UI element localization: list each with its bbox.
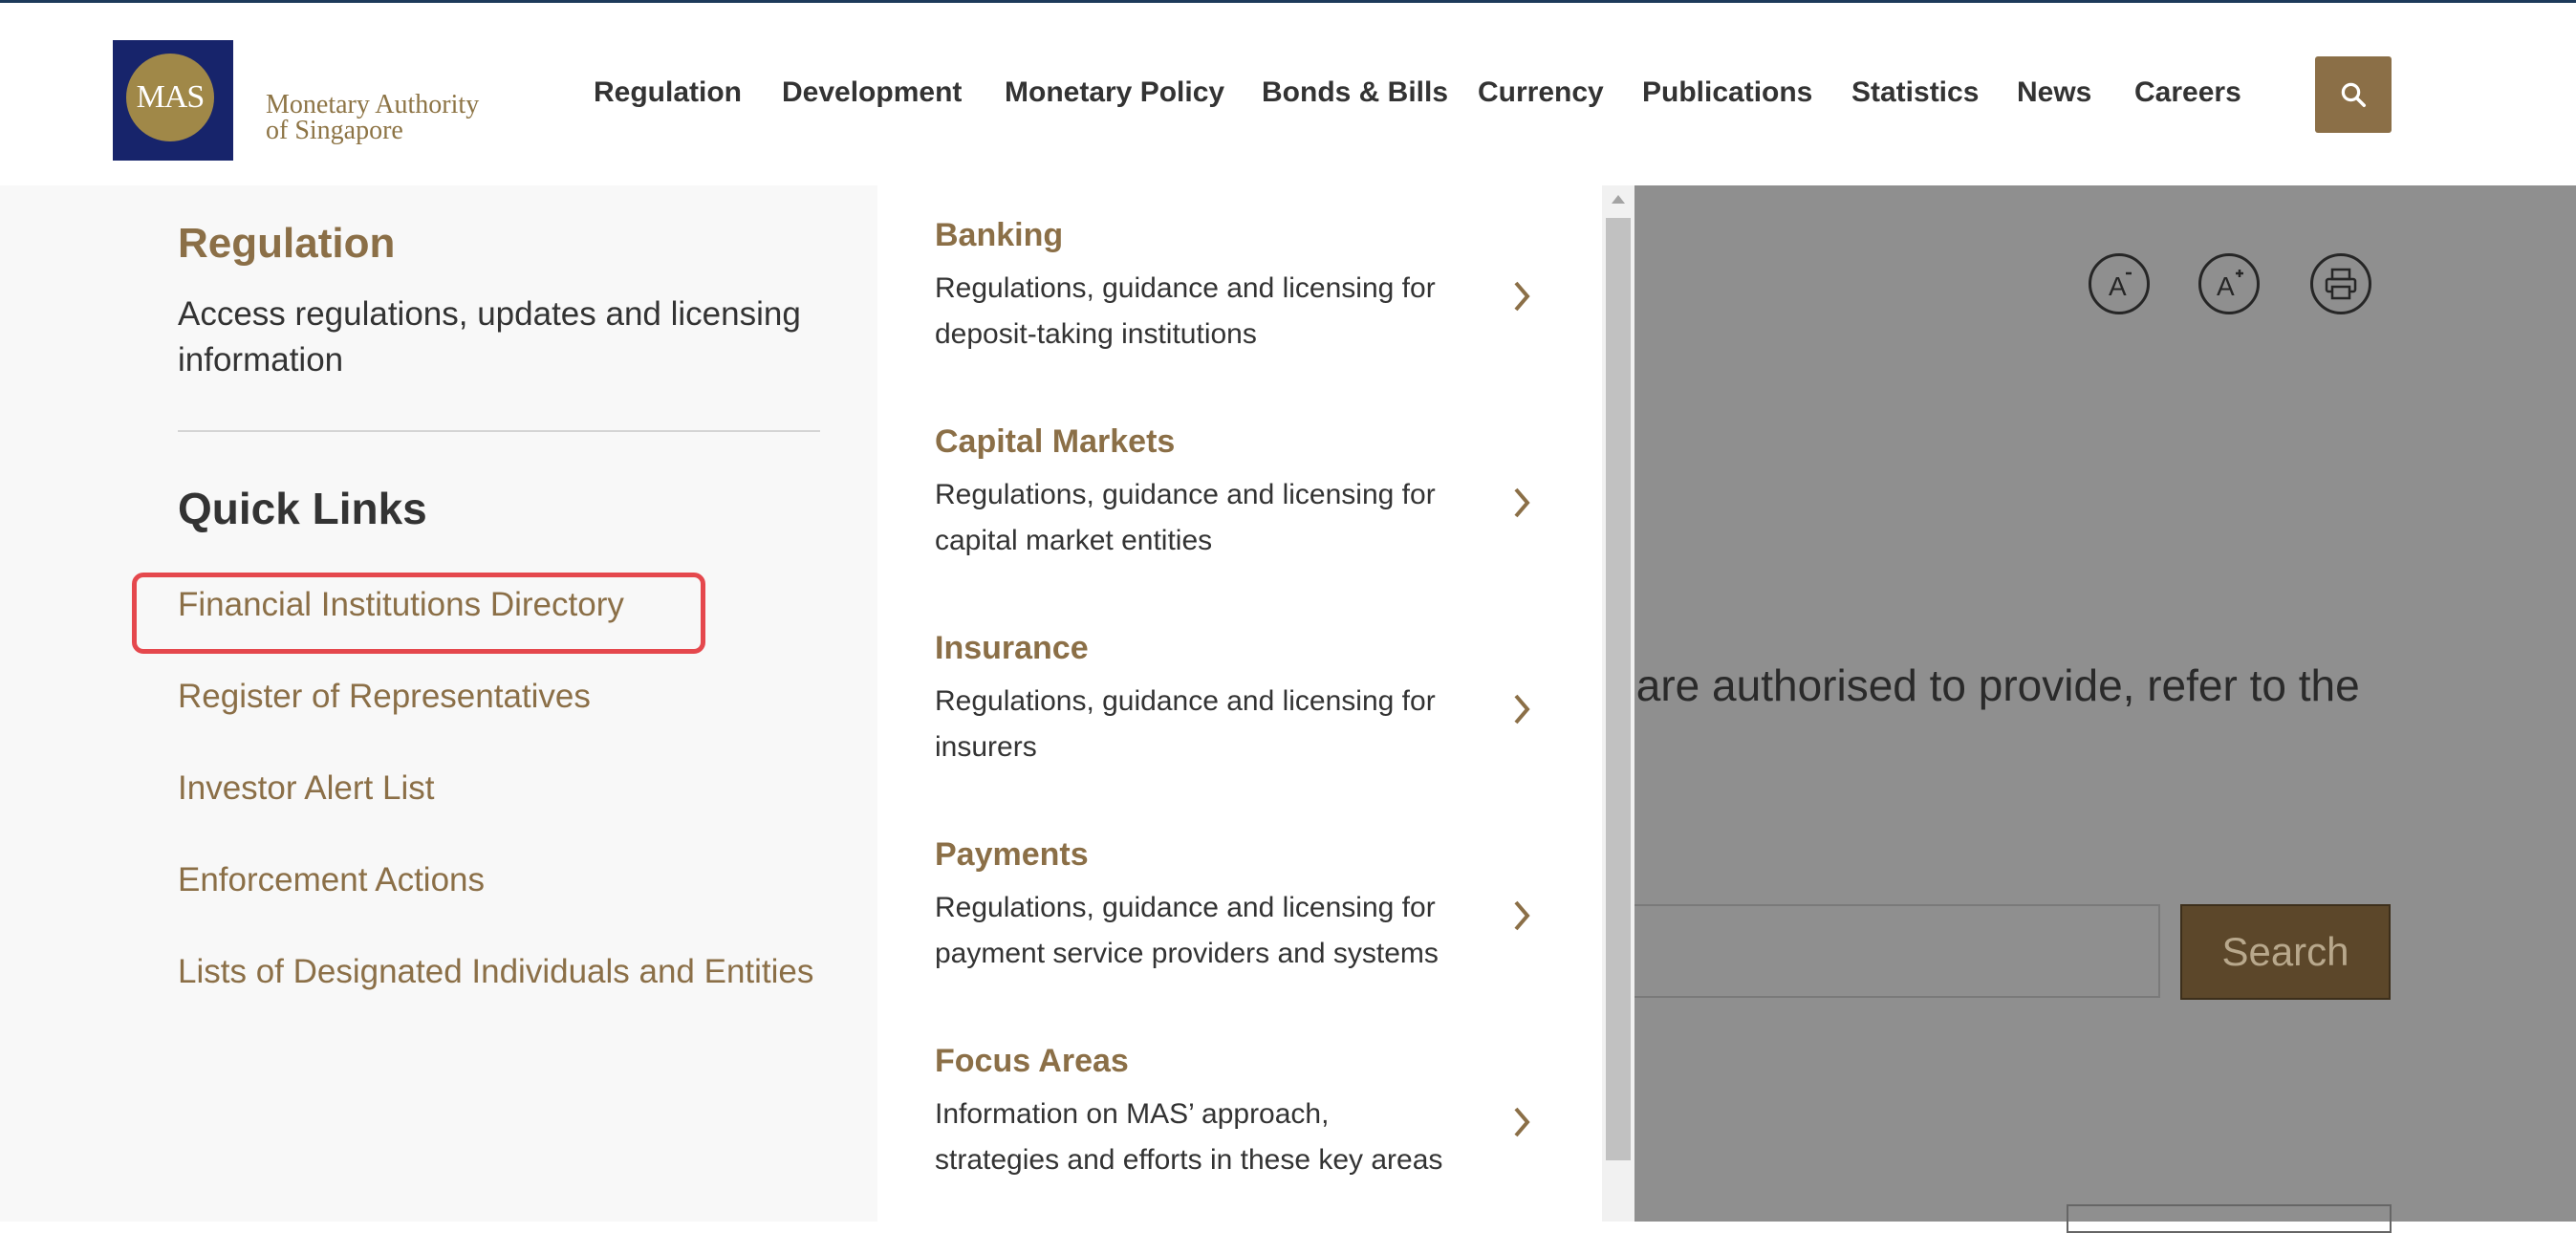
menu-title[interactable]: Regulation — [178, 220, 395, 268]
section-title: Banking — [935, 217, 1064, 253]
section-title: Payments — [935, 836, 1089, 873]
menu-description: Access regulations, updates and licensin… — [178, 295, 801, 379]
background-search-input[interactable] — [1625, 904, 2160, 998]
svg-text:A: A — [2217, 271, 2235, 301]
menu-section-banking[interactable]: Banking Regulations, guidance and licens… — [935, 217, 1508, 357]
section-description-line2: insurers — [935, 731, 1037, 763]
scroll-up-arrow-icon[interactable] — [1612, 195, 1625, 204]
chevron-right-icon[interactable] — [1508, 484, 1535, 522]
quick-links-heading: Quick Links — [178, 484, 427, 533]
section-title: Insurance — [935, 630, 1089, 666]
quick-link-register-of-representatives[interactable]: Register of Representatives — [178, 678, 591, 716]
nav-publications[interactable]: Publications — [1642, 76, 1812, 109]
logo-name-line2: of Singapore — [266, 116, 403, 145]
search-icon — [2341, 82, 2366, 107]
quick-link-enforcement-actions[interactable]: Enforcement Actions — [178, 861, 485, 899]
background-box — [2067, 1204, 2392, 1233]
nav-regulation[interactable]: Regulation — [594, 76, 742, 109]
section-description-line1: Regulations, guidance and licensing for — [935, 272, 1436, 304]
nav-bonds-bills[interactable]: Bonds & Bills — [1262, 76, 1448, 109]
logo-name-line1: Monetary Authority — [266, 90, 480, 119]
section-description-line1: Regulations, guidance and licensing for — [935, 892, 1436, 923]
section-description-line2: strategies and efforts in these key area… — [935, 1144, 1443, 1176]
font-decrease-icon[interactable]: A — [2089, 253, 2150, 314]
chevron-right-icon[interactable] — [1508, 1103, 1535, 1141]
section-title: Focus Areas — [935, 1043, 1129, 1079]
print-glyph — [2325, 268, 2357, 300]
chevron-right-icon[interactable] — [1508, 277, 1535, 315]
section-description-line1: Regulations, guidance and licensing for — [935, 685, 1436, 717]
nav-currency[interactable]: Currency — [1478, 76, 1604, 109]
quick-link-financial-institutions-directory[interactable]: Financial Institutions Directory — [178, 586, 624, 624]
site-header: MAS Monetary Authority of Singapore Regu… — [0, 3, 2576, 185]
section-description-line2: payment service providers and systems — [935, 938, 1439, 969]
font-increase-glyph: A — [2217, 270, 2243, 301]
nav-news[interactable]: News — [2017, 76, 2091, 109]
print-icon[interactable] — [2310, 253, 2371, 314]
nav-monetary-policy[interactable]: Monetary Policy — [1005, 76, 1224, 109]
menu-section-insurance[interactable]: Insurance Regulations, guidance and lice… — [935, 630, 1508, 770]
nav-development[interactable]: Development — [782, 76, 962, 109]
section-title: Capital Markets — [935, 423, 1176, 460]
logo-emblem: MAS — [126, 54, 214, 141]
section-description-line1: Information on MAS’ approach, — [935, 1098, 1330, 1130]
quick-link-designated-individuals[interactable]: Lists of Designated Individuals and Enti… — [178, 953, 813, 991]
menu-section-focus-areas[interactable]: Focus Areas Information on MAS’ approach… — [935, 1043, 1508, 1183]
header-search-button[interactable] — [2315, 56, 2392, 133]
logo-wordmark[interactable]: Monetary Authority of Singapore — [266, 90, 495, 145]
section-description-line2: deposit-taking institutions — [935, 318, 1257, 350]
chevron-right-icon[interactable] — [1508, 690, 1535, 728]
scrollbar-thumb[interactable] — [1606, 218, 1631, 1160]
background-intro-text: y are authorised to provide, refer to th… — [1602, 660, 2360, 710]
nav-statistics[interactable]: Statistics — [1851, 76, 1979, 109]
mas-logo[interactable]: MAS — [113, 40, 233, 161]
section-description-line2: capital market entities — [935, 525, 1213, 556]
background-search-button[interactable]: Search — [2180, 904, 2391, 1000]
menu-section-payments[interactable]: Payments Regulations, guidance and licen… — [935, 836, 1508, 977]
svg-text:A: A — [2109, 271, 2127, 301]
nav-careers[interactable]: Careers — [2134, 76, 2241, 109]
chevron-right-icon[interactable] — [1508, 897, 1535, 935]
section-description-line1: Regulations, guidance and licensing for — [935, 479, 1436, 510]
quick-link-investor-alert-list[interactable]: Investor Alert List — [178, 769, 434, 808]
menu-section-capital-markets[interactable]: Capital Markets Regulations, guidance an… — [935, 423, 1508, 564]
menu-divider — [178, 430, 820, 432]
font-decrease-glyph: A — [2109, 271, 2132, 301]
font-increase-icon[interactable]: A — [2198, 253, 2260, 314]
